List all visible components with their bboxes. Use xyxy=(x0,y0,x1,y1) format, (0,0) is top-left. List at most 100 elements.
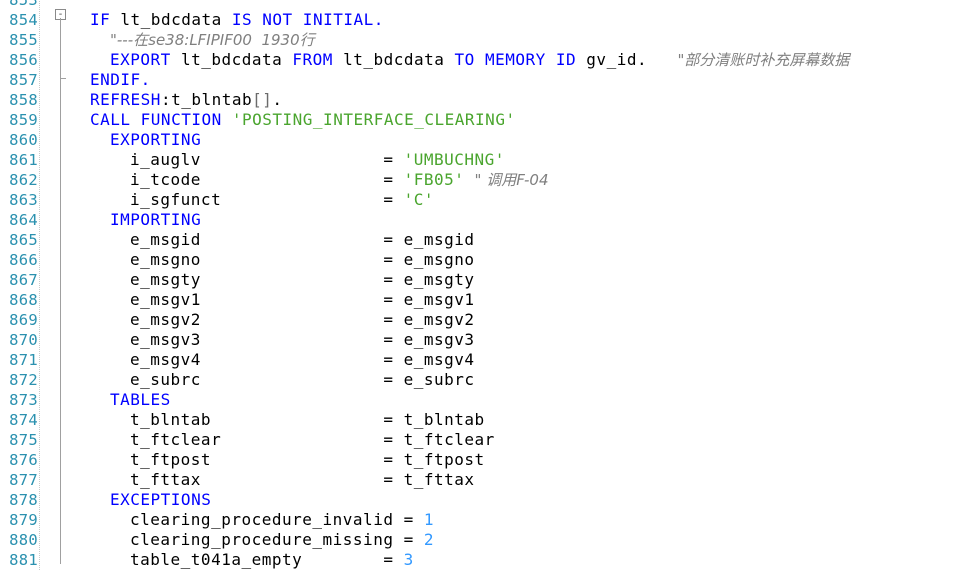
code-line[interactable]: 871 e_msgv4 = e_msgv4 xyxy=(0,350,975,370)
keyword-token: IS NOT INITIAL xyxy=(231,10,374,29)
code-line[interactable]: 876 t_ftpost = t_ftpost xyxy=(0,450,975,470)
code-token: table_t041a_empty = xyxy=(130,550,404,569)
keyword-token: FROM xyxy=(292,50,344,69)
code-line[interactable]: 874 t_blntab = t_blntab xyxy=(0,410,975,430)
code-token: [] xyxy=(252,90,273,109)
code-text[interactable]: table_t041a_empty = 3 xyxy=(90,550,414,570)
line-number: 878 xyxy=(9,491,38,509)
code-text[interactable]: e_subrc = e_subrc xyxy=(90,370,475,390)
code-line[interactable]: 857 ENDIF. xyxy=(0,70,975,90)
code-line[interactable]: 878 EXCEPTIONS xyxy=(0,490,975,510)
line-number: 875 xyxy=(9,431,38,449)
keyword-token: ID xyxy=(555,50,587,69)
code-line[interactable]: 870 e_msgv3 = e_msgv3 xyxy=(0,330,975,350)
code-token: lt_bdcdata xyxy=(120,10,232,29)
keyword-token: TABLES xyxy=(110,390,171,409)
code-text[interactable]: i_auglv = 'UMBUCHNG' xyxy=(90,150,505,170)
string-token: 'UMBUCHNG' xyxy=(403,150,505,169)
code-text[interactable]: EXPORTING xyxy=(90,130,201,150)
code-text[interactable]: IF lt_bdcdata IS NOT INITIAL. xyxy=(90,10,384,30)
code-text[interactable]: e_msgno = e_msgno xyxy=(90,250,475,270)
code-line[interactable]: 881 table_t041a_empty = 3 xyxy=(0,550,975,570)
code-line[interactable]: 865 e_msgid = e_msgid xyxy=(0,230,975,250)
code-text[interactable]: i_tcode = 'FB05' " 调用F-04 xyxy=(90,170,549,190)
code-line[interactable]: 867 e_msgty = e_msgty xyxy=(0,270,975,290)
code-line[interactable]: 856 EXPORT lt_bdcdata FROM lt_bdcdata TO … xyxy=(0,50,975,70)
code-token: i_sgfunct = xyxy=(130,190,404,209)
code-line[interactable]: 868 e_msgv1 = e_msgv1 xyxy=(0,290,975,310)
code-text[interactable]: EXCEPTIONS xyxy=(90,490,211,510)
line-number: 870 xyxy=(9,331,38,349)
string-token: 'C' xyxy=(403,190,434,209)
code-editor[interactable]: 853 854 IF lt_bdcdata IS NOT INITIAL. 855 "-… xyxy=(0,0,975,570)
code-token: gv_id. xyxy=(586,50,678,69)
number-token: 2 xyxy=(423,530,434,549)
code-line[interactable]: 872 e_subrc = e_subrc xyxy=(0,370,975,390)
code-text[interactable]: IMPORTING xyxy=(90,210,201,230)
code-line[interactable]: 873 TABLES xyxy=(0,390,975,410)
line-number: 860 xyxy=(9,131,38,149)
code-text[interactable]: e_msgv3 = e_msgv3 xyxy=(90,330,475,350)
code-line[interactable]: 859 CALL FUNCTION 'POSTING_INTERFACE_CLEA… xyxy=(0,110,975,130)
line-number: 861 xyxy=(9,151,38,169)
code-text[interactable]: clearing_procedure_missing = 2 xyxy=(90,530,434,550)
code-text[interactable]: t_fttax = t_fttax xyxy=(90,470,475,490)
code-token: e_msgty = e_msgty xyxy=(130,270,475,289)
keyword-token: REFRESH xyxy=(90,90,161,109)
code-text[interactable]: EXPORT lt_bdcdata FROM lt_bdcdata TO MEM… xyxy=(90,50,849,70)
line-number: 863 xyxy=(9,191,38,209)
code-text[interactable]: clearing_procedure_invalid = 1 xyxy=(90,510,434,530)
line-number: 880 xyxy=(9,531,38,549)
code-token: t_ftpost = t_ftpost xyxy=(130,450,485,469)
line-number: 871 xyxy=(9,351,38,369)
code-text[interactable]: e_msgv1 = e_msgv1 xyxy=(90,290,475,310)
code-token: e_msgv1 = e_msgv1 xyxy=(130,290,475,309)
code-line[interactable]: 854 IF lt_bdcdata IS NOT INITIAL. xyxy=(0,10,975,30)
code-text[interactable]: t_ftpost = t_ftpost xyxy=(90,450,485,470)
keyword-token: TO xyxy=(454,50,485,69)
code-text[interactable]: TABLES xyxy=(90,390,171,410)
code-text[interactable]: i_sgfunct = 'C' xyxy=(90,190,434,210)
fold-guide-main xyxy=(60,30,61,564)
line-number: 857 xyxy=(9,71,38,89)
code-line[interactable]: 862 i_tcode = 'FB05' " 调用F-04 xyxy=(0,170,975,190)
line-number: 868 xyxy=(9,291,38,309)
code-text[interactable]: e_msgv2 = e_msgv2 xyxy=(90,310,475,330)
code-text[interactable]: "---在se38:LFIPIF00 1930行 xyxy=(90,30,315,50)
keyword-token: MEMORY xyxy=(484,50,556,69)
code-line[interactable]: 861 i_auglv = 'UMBUCHNG' xyxy=(0,150,975,170)
code-line[interactable]: 869 e_msgv2 = e_msgv2 xyxy=(0,310,975,330)
code-text[interactable]: t_blntab = t_blntab xyxy=(90,410,485,430)
code-token: e_msgid = e_msgid xyxy=(130,230,475,249)
code-line[interactable]: 855 "---在se38:LFIPIF00 1930行 xyxy=(0,30,975,50)
line-number: 872 xyxy=(9,371,38,389)
code-line[interactable]: 858 REFRESH:t_blntab[]. xyxy=(0,90,975,110)
code-line[interactable]: 863 i_sgfunct = 'C' xyxy=(0,190,975,210)
code-text[interactable]: e_msgid = e_msgid xyxy=(90,230,475,250)
code-token: lt_bdcdata xyxy=(343,50,455,69)
code-token: :t_blntab xyxy=(160,90,253,109)
code-text[interactable]: e_msgty = e_msgty xyxy=(90,270,475,290)
code-line[interactable]: 880 clearing_procedure_missing = 2 xyxy=(0,530,975,550)
keyword-token: EXPORT xyxy=(110,50,181,69)
code-line[interactable]: 864 IMPORTING xyxy=(0,210,975,230)
code-line[interactable]: 866 e_msgno = e_msgno xyxy=(0,250,975,270)
line-number: 858 xyxy=(9,91,38,109)
code-text[interactable]: e_msgv4 = e_msgv4 xyxy=(90,350,475,370)
code-line[interactable]: 879 clearing_procedure_invalid = 1 xyxy=(0,510,975,530)
line-number: 859 xyxy=(9,111,38,129)
comment-token: "---在se38:LFIPIF00 1930行 xyxy=(110,31,315,49)
code-text[interactable]: t_ftclear = t_ftclear xyxy=(90,430,495,450)
code-text[interactable]: ENDIF. xyxy=(90,70,151,90)
string-token: 'POSTING_INTERFACE_CLEARING' xyxy=(231,110,516,129)
line-number: 881 xyxy=(9,551,38,569)
keyword-token: ENDIF. xyxy=(90,70,151,89)
code-text[interactable]: CALL FUNCTION 'POSTING_INTERFACE_CLEARIN… xyxy=(90,110,516,130)
code-line[interactable]: 853 xyxy=(0,0,975,10)
code-text[interactable]: REFRESH:t_blntab[]. xyxy=(90,90,283,110)
code-lines[interactable]: 853 854 IF lt_bdcdata IS NOT INITIAL. 855 "-… xyxy=(0,0,975,570)
code-line[interactable]: 860 EXPORTING xyxy=(0,130,975,150)
code-line[interactable]: 877 t_fttax = t_fttax xyxy=(0,470,975,490)
code-token: . xyxy=(272,90,283,109)
code-line[interactable]: 875 t_ftclear = t_ftclear xyxy=(0,430,975,450)
